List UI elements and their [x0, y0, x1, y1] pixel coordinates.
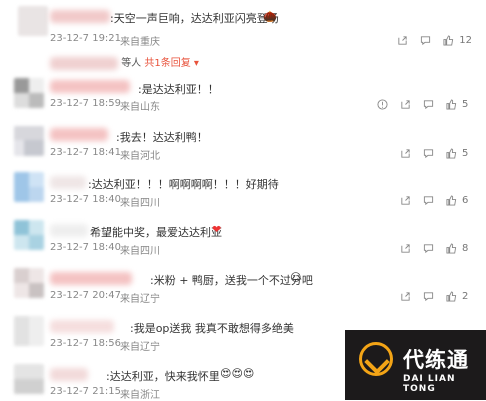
- comment-location: 来自浙江: [120, 390, 160, 401]
- like-icon[interactable]: [441, 97, 461, 111]
- heart-eyes-emoji-icon: 😍😍😍: [220, 367, 255, 380]
- comment-icon[interactable]: [418, 193, 438, 207]
- share-icon[interactable]: [392, 33, 412, 47]
- like-icon[interactable]: [438, 33, 458, 47]
- comment-icon[interactable]: [418, 289, 438, 303]
- comment-time: 23-12-7 18:40: [50, 242, 122, 253]
- avatar[interactable]: [14, 220, 44, 250]
- comment-time: 23-12-7 18:40: [50, 194, 122, 205]
- logo-mark-icon: [359, 342, 393, 376]
- comment-icon[interactable]: [418, 97, 438, 111]
- comment-actions: 5: [392, 146, 472, 160]
- logo-text-cn: 代练通: [403, 348, 469, 372]
- comment-location: 来自四川: [120, 198, 160, 209]
- emoji-icon: 🌰: [263, 10, 277, 23]
- comment-text: :我是op送我 我真不敢想得多绝美: [130, 322, 294, 335]
- watermark-logo: 代练通 DAI LIAN TONG: [345, 330, 486, 400]
- comment-location: 来自辽宁: [120, 342, 160, 353]
- avatar[interactable]: [14, 364, 44, 394]
- avatar[interactable]: [18, 6, 48, 36]
- share-icon[interactable]: [395, 146, 415, 160]
- username[interactable]: [50, 368, 88, 381]
- more-replies-link[interactable]: 共1条回复 ▾: [144, 58, 199, 69]
- comment-text: :米粉 + 鸭厨，送我一个不过分吧: [150, 274, 313, 287]
- comment-actions: 5: [369, 97, 472, 111]
- comment-text: :是达达利亚！！: [138, 83, 219, 96]
- logo-text-en: DAI LIAN TONG: [403, 374, 456, 394]
- share-icon[interactable]: [395, 241, 415, 255]
- comment-text: :达达利亚！！！啊啊啊啊！！！好期待: [88, 178, 279, 191]
- comment-text: 希望能中奖，最爱达达利亚: [90, 226, 222, 239]
- comment-time: 23-12-7 18:59: [50, 98, 122, 109]
- like-icon[interactable]: [441, 241, 461, 255]
- comment-time: 23-12-7 19:21: [50, 33, 122, 44]
- like-count: 12: [459, 34, 472, 46]
- reply-people-suffix: 等人: [121, 58, 142, 69]
- comment-location: 来自重庆: [120, 37, 160, 48]
- smile-emoji-icon: 😏: [290, 271, 302, 284]
- comment-actions: 2: [392, 289, 472, 303]
- like-count: 5: [462, 147, 469, 159]
- username[interactable]: [50, 224, 88, 237]
- like-icon[interactable]: [441, 146, 461, 160]
- like-count: 5: [462, 98, 469, 110]
- like-icon[interactable]: [441, 193, 461, 207]
- comment-icon[interactable]: [418, 146, 438, 160]
- heart-icon: ❤: [212, 223, 222, 236]
- reply-user[interactable]: [50, 56, 118, 70]
- comment-icon[interactable]: [418, 241, 438, 255]
- comment-text: :我去！达达利鸭！: [116, 131, 208, 144]
- username[interactable]: [50, 10, 110, 23]
- comment-time: 23-12-7 18:56: [50, 338, 122, 349]
- avatar[interactable]: [14, 126, 44, 156]
- avatar[interactable]: [14, 78, 44, 108]
- comment-actions: 12: [389, 33, 472, 47]
- username[interactable]: [50, 128, 108, 141]
- share-icon[interactable]: [395, 97, 415, 111]
- comment-location: 来自山东: [120, 102, 160, 113]
- like-count: 2: [462, 290, 469, 302]
- comment-actions: 6: [392, 193, 472, 207]
- share-icon[interactable]: [395, 193, 415, 207]
- comment-text: :达达利亚，快来我怀里: [106, 370, 220, 383]
- like-count: 6: [462, 194, 469, 206]
- reply-bar[interactable]: 等人 共1条回复 ▾: [50, 54, 199, 70]
- comment-location: 来自四川: [120, 246, 160, 257]
- share-icon[interactable]: [395, 289, 415, 303]
- username[interactable]: [50, 272, 132, 285]
- comment-actions: 8: [392, 241, 472, 255]
- username[interactable]: [50, 176, 86, 189]
- like-count: 8: [462, 242, 469, 254]
- avatar[interactable]: [14, 316, 44, 346]
- like-icon[interactable]: [441, 289, 461, 303]
- comment-time: 23-12-7 21:15: [50, 386, 122, 397]
- comment-time: 23-12-7 20:47: [50, 290, 122, 301]
- comment-time: 23-12-7 18:41: [50, 147, 122, 158]
- avatar[interactable]: [14, 268, 44, 298]
- comment-icon[interactable]: [415, 33, 435, 47]
- comment-location: 来自辽宁: [120, 294, 160, 305]
- username[interactable]: [50, 320, 114, 333]
- avatar[interactable]: [14, 172, 44, 202]
- comment-location: 来自河北: [120, 151, 160, 162]
- username[interactable]: [50, 80, 130, 93]
- comment-text: :天空一声巨响，达达利亚闪亮登场: [110, 12, 279, 25]
- report-icon[interactable]: [372, 97, 392, 111]
